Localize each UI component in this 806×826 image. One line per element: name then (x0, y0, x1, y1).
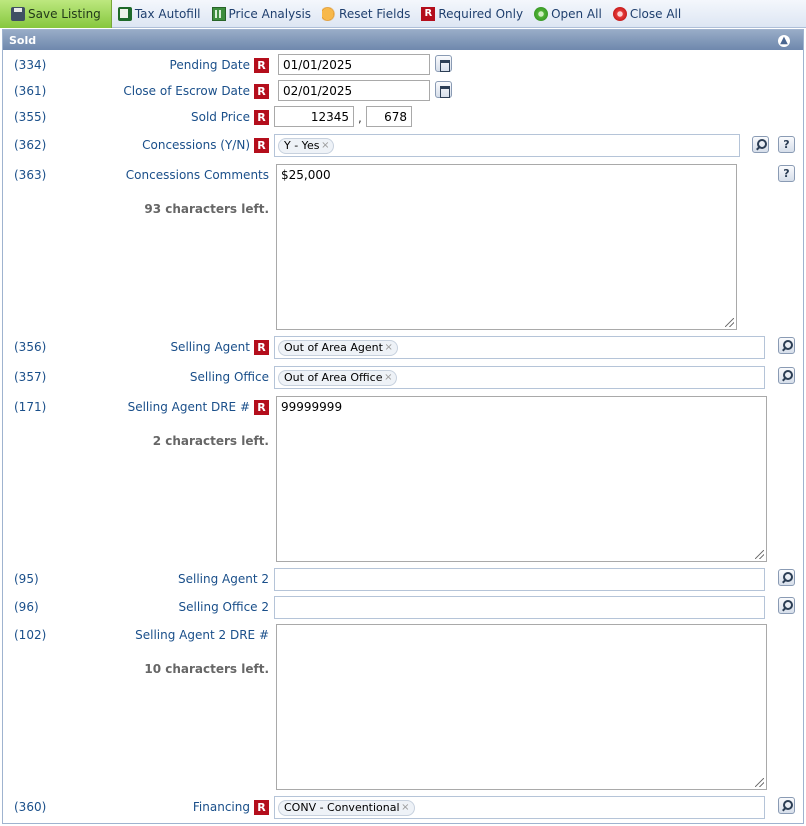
characters-left-text: 10 characters left. (144, 662, 269, 676)
sold-price-cents-input[interactable] (366, 106, 412, 127)
field-number-close-escrow: (361) (14, 84, 47, 98)
remove-chip-icon[interactable]: × (385, 341, 393, 355)
required-badge: R (254, 340, 269, 355)
magnifier-icon[interactable] (778, 569, 795, 586)
selling-agent-2-dre-label: Selling Agent 2 DRE # (135, 628, 269, 642)
save-listing-button[interactable]: Save Listing (0, 0, 112, 28)
field-number-concessions-comments: (363) (14, 168, 47, 182)
eraser-icon (322, 6, 337, 21)
sold-price-label: Sold Price (191, 110, 250, 124)
concessions-comments-label: Concessions Comments (125, 168, 269, 182)
field-number-financing: (360) (14, 800, 47, 814)
price-separator: , (358, 111, 362, 125)
required-icon: R (421, 6, 436, 21)
selected-chip: Out of Area Office × (278, 370, 398, 386)
field-number-selling-office: (357) (14, 370, 47, 384)
remove-chip-icon[interactable]: × (384, 371, 392, 385)
close-all-icon (612, 6, 627, 21)
remove-chip-icon[interactable]: × (321, 139, 329, 153)
concessions-comments-textarea[interactable]: $25,000 (276, 164, 737, 330)
section-title: Sold (9, 34, 37, 47)
concessions-label: Concessions (Y/N) (142, 138, 250, 152)
field-number-selling-agent-2: (95) (14, 572, 39, 586)
characters-left-text: 93 characters left. (144, 202, 269, 216)
open-all-button[interactable]: Open All (528, 0, 607, 28)
help-icon[interactable]: ? (778, 136, 795, 153)
field-number-concessions: (362) (14, 138, 47, 152)
selling-office-2-select[interactable] (274, 596, 765, 619)
section-header[interactable]: Sold ▲ (3, 30, 803, 50)
reset-fields-button[interactable]: Reset Fields (316, 0, 415, 28)
magnifier-icon[interactable] (778, 597, 795, 614)
close-all-button[interactable]: Close All (607, 0, 686, 28)
field-number-selling-agent-dre: (171) (14, 400, 47, 414)
help-icon[interactable]: ? (778, 165, 795, 182)
pending-date-input[interactable] (278, 54, 430, 75)
toolbar: Save Listing Tax Autofill Price Analysis… (0, 0, 806, 28)
resize-handle-icon[interactable] (755, 778, 764, 787)
financing-select[interactable]: CONV - Conventional × (274, 796, 765, 819)
close-escrow-date-input[interactable] (278, 80, 430, 101)
selling-agent-dre-textarea[interactable]: 99999999 (276, 396, 767, 562)
required-badge: R (254, 110, 269, 125)
selling-agent-2-select[interactable] (274, 568, 765, 591)
field-number-sold-price: (355) (14, 110, 47, 124)
selling-agent-2-dre-textarea[interactable] (276, 624, 767, 790)
field-number-pending-date: (334) (14, 58, 47, 72)
concessions-select[interactable]: Y - Yes × (274, 134, 740, 157)
selected-chip: Out of Area Agent × (278, 340, 398, 356)
resize-handle-icon[interactable] (755, 550, 764, 559)
financing-label: Financing (192, 800, 250, 814)
required-badge: R (254, 58, 269, 73)
selected-chip: CONV - Conventional × (278, 800, 415, 816)
magnifier-icon[interactable] (778, 367, 795, 384)
calendar-icon[interactable] (435, 81, 452, 98)
selling-agent-2-label: Selling Agent 2 (177, 572, 269, 586)
open-all-icon (534, 6, 549, 21)
calculator-icon (211, 6, 226, 21)
magnifier-icon[interactable] (778, 797, 795, 814)
field-number-selling-office-2: (96) (14, 600, 39, 614)
remove-chip-icon[interactable]: × (401, 801, 409, 815)
calendar-icon[interactable] (435, 55, 452, 72)
required-only-button[interactable]: R Required Only (415, 0, 528, 28)
field-number-selling-agent: (356) (14, 340, 47, 354)
selling-agent-label: Selling Agent (170, 340, 250, 354)
required-badge: R (254, 800, 269, 815)
selling-office-select[interactable]: Out of Area Office × (274, 366, 765, 389)
tax-autofill-icon (117, 6, 132, 21)
tax-autofill-button[interactable]: Tax Autofill (112, 0, 206, 28)
collapse-icon[interactable]: ▲ (778, 35, 790, 47)
floppy-disk-icon (11, 6, 25, 21)
close-escrow-date-label: Close of Escrow Date (123, 84, 250, 98)
selling-agent-select[interactable]: Out of Area Agent × (274, 336, 765, 359)
price-analysis-button[interactable]: Price Analysis (206, 0, 317, 28)
selling-office-label: Selling Office (189, 370, 269, 384)
magnifier-icon[interactable] (752, 136, 769, 153)
selling-office-2-label: Selling Office 2 (178, 600, 269, 614)
selected-chip: Y - Yes × (278, 138, 335, 154)
required-badge: R (254, 84, 269, 99)
sold-price-dollars-input[interactable] (274, 106, 354, 127)
required-badge: R (254, 138, 269, 153)
resize-handle-icon[interactable] (725, 318, 734, 327)
required-badge: R (254, 400, 269, 415)
selling-agent-dre-label: Selling Agent DRE # (127, 400, 250, 414)
magnifier-icon[interactable] (778, 337, 795, 354)
characters-left-text: 2 characters left. (152, 434, 269, 448)
field-number-selling-agent-2-dre: (102) (14, 628, 47, 642)
pending-date-label: Pending Date (169, 58, 250, 72)
